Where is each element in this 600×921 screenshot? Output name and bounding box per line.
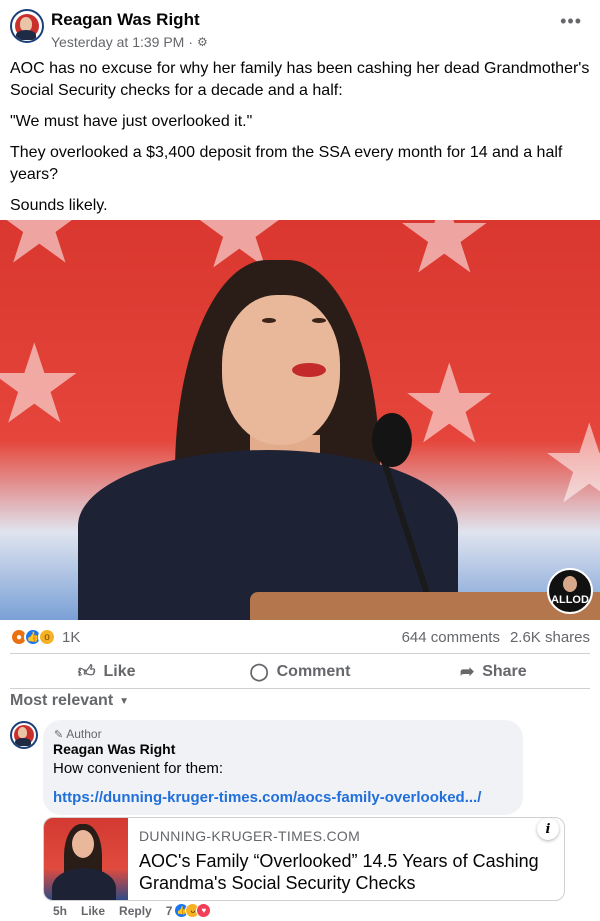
comment-reactions[interactable]: 7 👍 ᴗ ♥ <box>165 903 212 918</box>
post-meta: Yesterday at 1:39 PM · ⚙ <box>51 34 208 50</box>
post-paragraph: AOC has no excuse for why her family has… <box>10 60 590 99</box>
thumbnail-suit <box>52 868 116 900</box>
background-star: ★ <box>400 343 499 466</box>
post-paragraph: They overlooked a $3,400 deposit from th… <box>10 144 563 183</box>
wow-reaction-icon: o <box>38 628 56 646</box>
comment-age[interactable]: 5h <box>53 904 67 918</box>
speaker-eye <box>262 318 276 323</box>
post-timestamp[interactable]: Yesterday at 1:39 PM <box>51 34 184 50</box>
comment-reaction-icons: 👍 ᴗ ♥ <box>174 903 212 918</box>
comment-bubble: ✎ Author Reagan Was Right How convenient… <box>43 720 523 815</box>
shares-count[interactable]: 2.6K shares <box>510 629 590 646</box>
comment-label: Comment <box>276 662 351 680</box>
post-paragraph: "We must have just overlooked it." <box>10 113 253 130</box>
avatar-suit <box>16 30 36 40</box>
link-preview-domain: DUNNING-KRUGER-TIMES.COM <box>139 828 361 844</box>
post-photo[interactable]: ★ ★ ★ ★ ★ ★ ALLOD <box>0 220 600 620</box>
comment-reply-button[interactable]: Reply <box>119 904 152 918</box>
background-star: ★ <box>540 403 600 526</box>
badge-face <box>563 576 577 592</box>
avatar-suit <box>15 738 31 746</box>
comment-text: How convenient for them: <box>53 760 224 777</box>
pencil-icon: ✎ <box>54 728 64 741</box>
chevron-down-icon: ▼ <box>119 695 130 707</box>
speaker-eye <box>312 318 326 323</box>
reaction-icons[interactable]: ● 👍 o <box>10 628 56 646</box>
author-badge: ✎ Author <box>54 727 102 741</box>
avatar-face <box>18 727 27 738</box>
post-author-name[interactable]: Reagan Was Right <box>51 10 200 30</box>
divider <box>10 688 590 689</box>
author-badge-label: Author <box>66 727 102 741</box>
post-body: AOC has no excuse for why her family has… <box>10 58 595 226</box>
love-reaction-icon: ♥ <box>196 903 212 918</box>
gear-icon[interactable]: ⚙ <box>197 36 208 48</box>
more-dots-icon[interactable]: ••• <box>560 12 582 30</box>
share-button[interactable]: ➦ Share <box>397 655 590 688</box>
microphone-icon <box>372 413 412 467</box>
comments-count[interactable]: 644 comments <box>402 629 500 646</box>
thumbs-up-icon: 👍︎ <box>77 662 96 681</box>
post-actions: 👍︎ Like ◯ Comment ➦ Share <box>10 655 590 688</box>
share-arrow-icon: ➦ <box>459 662 475 681</box>
like-button[interactable]: 👍︎ Like <box>10 655 203 688</box>
commenter-avatar[interactable] <box>10 721 38 749</box>
reaction-count[interactable]: 1K <box>62 629 80 646</box>
post-paragraph: Sounds likely. <box>10 197 108 214</box>
speech-bubble-icon: ◯ <box>249 662 269 681</box>
divider <box>10 653 590 654</box>
comments-sort-dropdown[interactable]: Most relevant ▼ <box>10 692 129 710</box>
link-preview-title: AOC's Family “Overlooked” 14.5 Years of … <box>139 851 539 893</box>
page-avatar[interactable] <box>10 9 44 43</box>
background-star: ★ <box>0 323 84 446</box>
background-star: ★ <box>395 220 494 296</box>
comment-reaction-count: 7 <box>165 903 173 918</box>
thumbnail-face <box>72 830 94 858</box>
speaker-lips <box>292 363 326 377</box>
badge-label: ALLOD <box>551 594 589 606</box>
comment-footer: 5h Like Reply 7 👍 ᴗ ♥ <box>53 903 212 918</box>
meta-separator: · <box>188 34 194 50</box>
avatar-face <box>20 17 32 31</box>
reactions-summary: ● 👍 o 1K 644 comments 2.6K shares <box>10 626 590 648</box>
share-label: Share <box>482 662 527 680</box>
sort-label: Most relevant <box>10 692 114 709</box>
background-star: ★ <box>0 220 89 286</box>
comment-like-button[interactable]: Like <box>81 904 105 918</box>
info-icon[interactable]: i <box>537 818 559 840</box>
comment-button[interactable]: ◯ Comment <box>203 655 396 688</box>
link-preview-card[interactable]: DUNNING-KRUGER-TIMES.COM AOC's Family “O… <box>43 817 565 901</box>
watermark-badge: ALLOD <box>547 568 593 614</box>
link-preview-thumbnail <box>44 818 128 900</box>
commenter-name[interactable]: Reagan Was Right <box>53 741 175 757</box>
comment-link[interactable]: https://dunning-kruger-times.com/aocs-fa… <box>53 789 481 806</box>
post-header: Reagan Was Right Yesterday at 1:39 PM · … <box>0 0 600 56</box>
engagement-stats: 644 comments 2.6K shares <box>402 629 590 646</box>
like-label: Like <box>103 662 136 680</box>
